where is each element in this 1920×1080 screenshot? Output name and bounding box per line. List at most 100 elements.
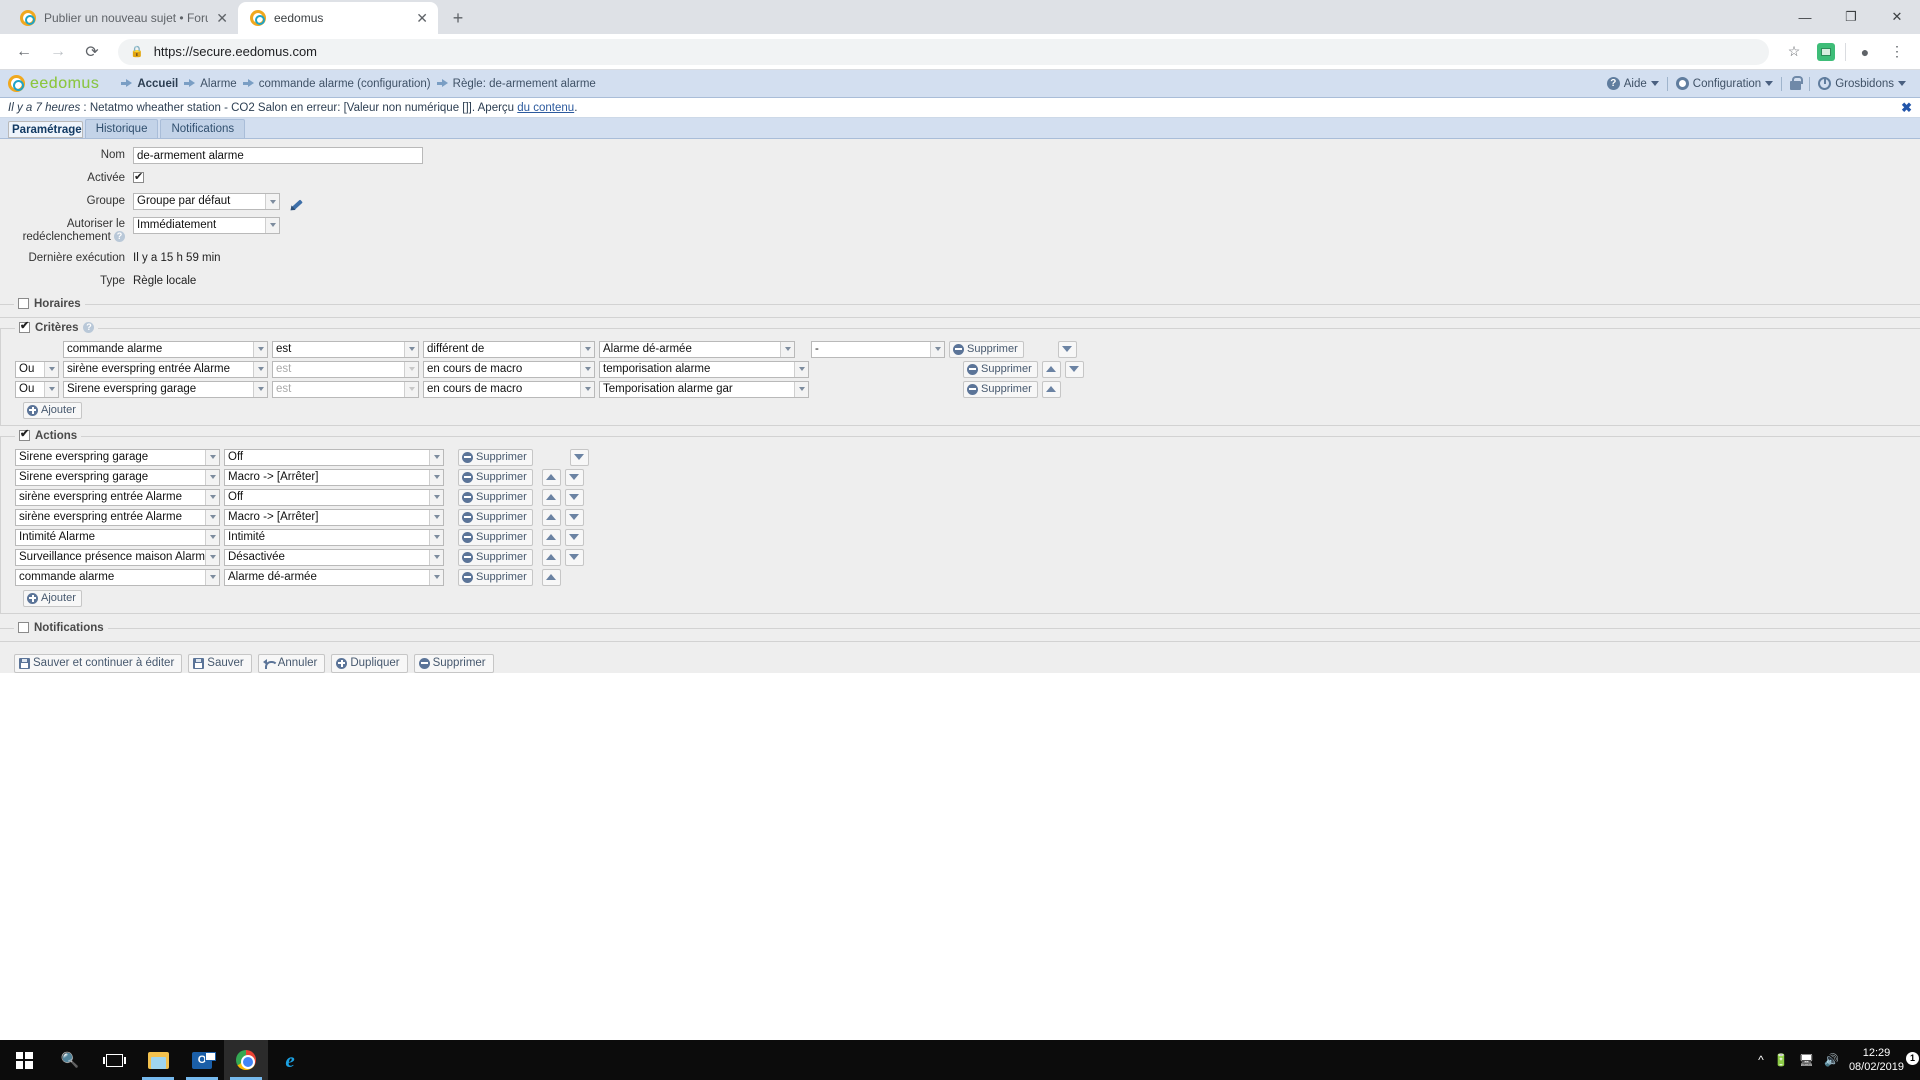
action-device-select[interactable]: Intimité Alarme xyxy=(15,528,220,546)
criteria-value-select[interactable]: Temporisation alarme gar xyxy=(599,380,809,398)
action-move-up-button[interactable] xyxy=(541,488,561,506)
action-value-select[interactable]: Off xyxy=(224,448,444,466)
action-value-select[interactable]: Alarme dé-armée xyxy=(224,568,444,586)
criteria-device-select[interactable]: commande alarme xyxy=(63,340,268,358)
criteria-move-up-button[interactable] xyxy=(1041,380,1061,398)
criteria-verb-select[interactable]: est xyxy=(272,360,419,378)
criteria-move-up-button[interactable] xyxy=(1041,360,1061,378)
action-device-select[interactable]: sirène everspring entrée Alarme xyxy=(15,508,220,526)
criteria-device-select[interactable]: sirène everspring entrée Alarme xyxy=(63,360,268,378)
criteria-conjunction-select[interactable]: Ou xyxy=(15,380,59,398)
cancel-button[interactable]: Annuler xyxy=(257,653,326,673)
volume-icon[interactable]: 🔊 xyxy=(1824,1053,1839,1067)
criteria-delete-button[interactable]: Supprimer xyxy=(963,380,1038,398)
help-menu[interactable]: ? Aide xyxy=(1606,77,1659,90)
chrome-button[interactable] xyxy=(224,1040,268,1080)
duplicate-button[interactable]: Dupliquer xyxy=(331,653,408,673)
action-move-up-button[interactable] xyxy=(541,468,561,486)
save-button[interactable]: Sauver xyxy=(188,653,252,673)
notifications-checkbox[interactable] xyxy=(18,622,29,634)
minimize-icon[interactable]: — xyxy=(1782,0,1828,34)
tab-parametrage[interactable]: Paramétrage xyxy=(8,121,83,138)
chrome-menu-icon[interactable]: ⋮ xyxy=(1884,39,1910,65)
nom-input[interactable] xyxy=(133,147,423,164)
question-icon[interactable]: ? xyxy=(83,322,95,334)
action-move-down-button[interactable] xyxy=(564,488,584,506)
groupe-select[interactable]: Groupe par défaut xyxy=(133,193,280,210)
start-button[interactable] xyxy=(0,1040,48,1080)
action-device-select[interactable]: sirène everspring entrée Alarme xyxy=(15,488,220,506)
forward-icon[interactable]: → xyxy=(44,38,72,66)
close-icon[interactable]: ✕ xyxy=(416,11,428,25)
reload-icon[interactable]: ⟳ xyxy=(78,38,106,66)
address-bar[interactable]: 🔒 https://secure.eedomus.com xyxy=(118,38,1769,65)
criteria-delete-button[interactable]: Supprimer xyxy=(949,340,1024,358)
profile-avatar-icon[interactable]: ● xyxy=(1852,39,1878,65)
extension-icon[interactable] xyxy=(1813,39,1839,65)
breadcrumb-item-regle[interactable]: Règle: de-armement alarme xyxy=(436,78,596,90)
close-window-icon[interactable]: ✕ xyxy=(1874,0,1920,34)
criteria-move-down-button[interactable] xyxy=(1057,340,1077,358)
save-and-continue-button[interactable]: Sauver et continuer à éditer xyxy=(14,653,183,673)
action-move-up-button[interactable] xyxy=(541,568,561,586)
file-explorer-button[interactable] xyxy=(136,1040,180,1080)
criteres-checkbox[interactable] xyxy=(19,319,30,334)
browser-tab-forum[interactable]: Publier un nouveau sujet • Forum ✕ xyxy=(8,2,238,34)
criteria-operator-select[interactable]: différent de xyxy=(423,340,595,358)
action-device-select[interactable]: commande alarme xyxy=(15,568,220,586)
action-delete-button[interactable]: Supprimer xyxy=(458,568,533,586)
action-delete-button[interactable]: Supprimer xyxy=(458,548,533,566)
criteria-device-select[interactable]: Sirene everspring garage xyxy=(63,380,268,398)
action-move-up-button[interactable] xyxy=(541,548,561,566)
battery-icon[interactable]: 🔋 xyxy=(1774,1053,1789,1067)
action-value-select[interactable]: Intimité xyxy=(224,528,444,546)
taskbar-clock[interactable]: 12:29 08/02/2019 xyxy=(1849,1046,1904,1074)
action-delete-button[interactable]: Supprimer xyxy=(458,508,533,526)
actions-add-button[interactable]: Ajouter xyxy=(23,589,82,607)
close-alert-icon[interactable]: ✖ xyxy=(1901,100,1912,116)
criteria-operator-select[interactable]: en cours de macro xyxy=(423,360,595,378)
task-view-button[interactable] xyxy=(92,1040,136,1080)
network-icon[interactable]: 🖥 xyxy=(1799,1053,1814,1067)
criteria-extra-select[interactable]: - xyxy=(811,340,945,358)
internet-explorer-button[interactable]: e xyxy=(268,1040,312,1080)
tab-notifications[interactable]: Notifications xyxy=(160,119,246,138)
breadcrumb-item-alarme[interactable]: Alarme xyxy=(184,78,237,90)
criteria-verb-select[interactable]: est xyxy=(272,340,419,358)
horaires-checkbox[interactable] xyxy=(18,298,29,310)
action-move-down-button[interactable] xyxy=(569,448,589,466)
criteria-add-button[interactable]: Ajouter xyxy=(23,401,82,419)
action-move-down-button[interactable] xyxy=(564,548,584,566)
show-hidden-icons-icon[interactable]: ^ xyxy=(1758,1053,1764,1067)
lock-button[interactable] xyxy=(1790,75,1804,90)
criteria-value-select[interactable]: temporisation alarme xyxy=(599,360,809,378)
redeclenchement-select[interactable]: Immédiatement xyxy=(133,216,280,234)
search-button[interactable]: 🔍 xyxy=(48,1040,92,1080)
pencil-icon[interactable] xyxy=(289,194,305,210)
action-move-down-button[interactable] xyxy=(564,468,584,486)
new-tab-button[interactable]: + xyxy=(444,4,472,32)
action-move-down-button[interactable] xyxy=(564,528,584,546)
browser-tab-eedomus[interactable]: eedomus ✕ xyxy=(238,2,438,34)
configuration-menu[interactable]: Configuration xyxy=(1675,77,1774,90)
action-move-up-button[interactable] xyxy=(541,528,561,546)
close-icon[interactable]: ✕ xyxy=(216,11,228,25)
criteria-value-select[interactable]: Alarme dé-armée xyxy=(599,340,795,358)
maximize-icon[interactable]: ❐ xyxy=(1828,0,1874,34)
action-value-select[interactable]: Macro -> [Arrêter] xyxy=(224,508,444,526)
action-device-select[interactable]: Sirene everspring garage xyxy=(15,468,220,486)
criteria-verb-select[interactable]: est xyxy=(272,380,419,398)
action-value-select[interactable]: Désactivée xyxy=(224,548,444,566)
user-menu[interactable]: Grosbidons xyxy=(1818,77,1906,90)
criteria-delete-button[interactable]: Supprimer xyxy=(963,360,1038,378)
action-device-select[interactable]: Sirene everspring garage xyxy=(15,448,220,466)
tab-historique[interactable]: Historique xyxy=(84,119,159,138)
outlook-button[interactable]: O xyxy=(180,1040,224,1080)
bookmark-star-icon[interactable]: ☆ xyxy=(1781,39,1807,65)
back-icon[interactable]: ← xyxy=(10,38,38,66)
delete-button[interactable]: Supprimer xyxy=(413,653,494,673)
action-value-select[interactable]: Off xyxy=(224,488,444,506)
criteria-conjunction-select[interactable]: Ou xyxy=(15,360,59,378)
action-delete-button[interactable]: Supprimer xyxy=(458,488,533,506)
actions-checkbox[interactable] xyxy=(19,427,30,442)
